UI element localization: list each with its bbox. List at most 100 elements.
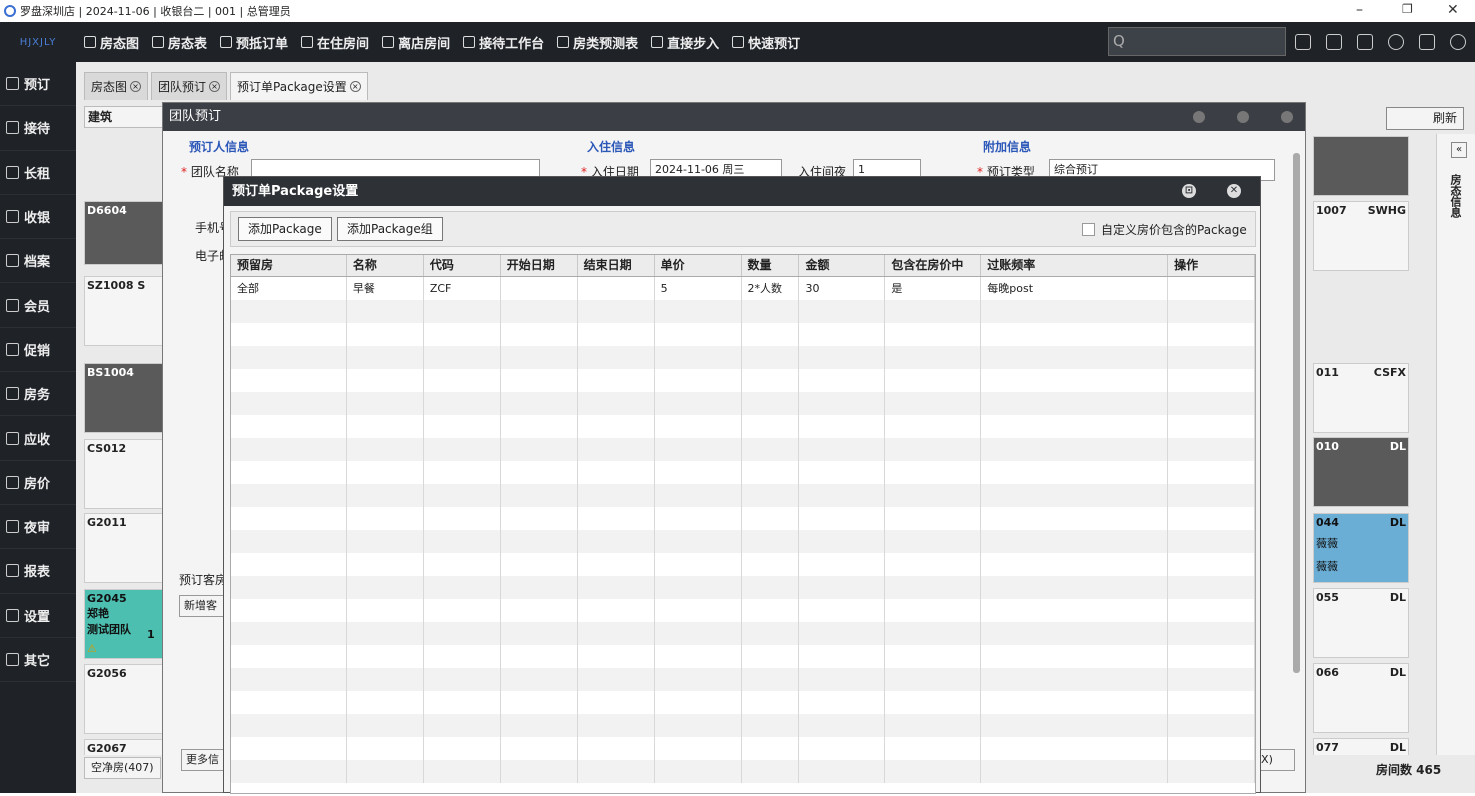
room-code: G2011 — [87, 516, 127, 529]
sidebar-item[interactable]: 应收 — [0, 416, 76, 461]
table-cell — [578, 369, 655, 392]
collapse-icon[interactable]: « — [1451, 142, 1467, 158]
restore-icon[interactable]: ⊡ — [1182, 184, 1196, 198]
sidebar-item[interactable]: 房务 — [0, 372, 76, 417]
search-input[interactable]: Q — [1108, 27, 1286, 56]
add-package-group-button[interactable]: 添加Package组 — [337, 217, 443, 241]
table-cell — [424, 576, 501, 599]
column-header[interactable]: 结束日期 — [578, 255, 655, 276]
room-type: DL — [1389, 666, 1406, 679]
room-card[interactable] — [1313, 136, 1409, 196]
room-card[interactable]: D6604 — [84, 201, 164, 265]
lock-icon[interactable] — [1419, 34, 1435, 50]
room-card[interactable]: SZ1008 S — [84, 276, 164, 346]
table-cell — [981, 369, 1169, 392]
table-cell — [742, 668, 800, 691]
close-icon[interactable]: × — [130, 81, 142, 92]
close-icon[interactable]: × — [349, 81, 361, 92]
room-card[interactable]: CS012 — [84, 439, 164, 509]
nav-in-house[interactable]: 在住房间 — [301, 33, 369, 52]
tr-icon[interactable] — [1357, 34, 1373, 50]
column-header[interactable]: 代码 — [424, 255, 501, 276]
minimize-icon[interactable]: – — [1356, 2, 1363, 18]
tab-group-booking[interactable]: 团队预订 × — [151, 72, 228, 100]
sidebar-item[interactable]: 预订 — [0, 62, 76, 107]
column-header[interactable]: 数量 — [742, 255, 800, 276]
minimize-icon[interactable] — [1193, 111, 1205, 123]
room-card[interactable]: BS1004 — [84, 363, 164, 433]
table-cell — [578, 760, 655, 783]
column-header[interactable]: 包含在房价中 — [885, 255, 982, 276]
window-titlebar: 罗盘深圳店 | 2024-11-06 | 收银台二 | 001 | 总管理员 –… — [0, 0, 1475, 22]
sidebar-item[interactable]: 接待 — [0, 106, 76, 151]
globe-icon[interactable] — [1388, 34, 1404, 50]
sidebar-item[interactable]: 促销 — [0, 328, 76, 373]
sidebar-item[interactable]: 收银 — [0, 195, 76, 240]
close-icon[interactable]: × — [209, 81, 221, 92]
nav-walk-in[interactable]: 直接步入 — [651, 33, 719, 52]
restore-icon[interactable]: ❐ — [1402, 2, 1413, 16]
nav-room-map[interactable]: 房态图 — [84, 33, 139, 52]
column-header[interactable]: 名称 — [347, 255, 424, 276]
sidebar-item[interactable]: 夜审 — [0, 505, 76, 550]
nav-room-table[interactable]: 房态表 — [152, 33, 207, 52]
column-header[interactable]: 单价 — [655, 255, 742, 276]
sidebar-item[interactable]: 会员 — [0, 283, 76, 328]
table-cell — [885, 484, 982, 507]
refresh-button[interactable]: 刷新 — [1386, 107, 1464, 130]
table-cell — [1168, 392, 1255, 415]
calculator-icon[interactable] — [1326, 34, 1342, 50]
column-header[interactable]: 金额 — [799, 255, 886, 276]
status-vacant-clean[interactable]: 空净房(407) — [84, 757, 161, 779]
sidebar-item[interactable]: 其它 — [0, 638, 76, 683]
close-icon[interactable] — [1281, 111, 1293, 123]
table-cell — [1168, 277, 1255, 300]
table-row[interactable]: 全部 早餐 ZCF 5 2*人数 30 是每晚post — [231, 277, 1255, 300]
tab-package-settings[interactable]: 预订单Package设置 × — [230, 72, 368, 100]
room-card[interactable]: G2011 — [84, 513, 164, 583]
scrollbar[interactable] — [1293, 153, 1300, 673]
sidebar-item-label: 房价 — [24, 476, 51, 492]
more-button[interactable]: 更多信 — [181, 749, 227, 771]
room-card[interactable]: 066 DL — [1313, 663, 1409, 733]
column-header[interactable]: 操作 — [1168, 255, 1255, 276]
sidebar-item[interactable]: 报表 — [0, 549, 76, 594]
table-cell — [231, 369, 347, 392]
sidebar-item[interactable]: 房价 — [0, 461, 76, 505]
room-card[interactable]: 010 DL — [1313, 437, 1409, 507]
tab-room-map[interactable]: 房态图 × — [84, 72, 149, 100]
nav-forecast[interactable]: 房类预测表 — [557, 33, 638, 52]
add-room-button[interactable]: 新增客 — [179, 595, 227, 617]
column-header[interactable]: 开始日期 — [501, 255, 578, 276]
close-icon[interactable]: ✕ — [1447, 2, 1459, 18]
add-package-button[interactable]: 添加Package — [238, 217, 332, 241]
table-cell — [347, 691, 424, 714]
table-cell — [231, 323, 347, 346]
help-icon[interactable] — [1450, 34, 1466, 50]
nav-departures[interactable]: 离店房间 — [382, 33, 450, 52]
table-cell — [424, 691, 501, 714]
room-code: D6604 — [87, 204, 127, 217]
room-card[interactable]: 1007 SWHG — [1313, 201, 1409, 271]
column-header[interactable]: 过账频率 — [981, 255, 1169, 276]
restore-icon[interactable] — [1237, 111, 1249, 123]
nav-arrivals[interactable]: 预抵订单 — [220, 33, 288, 52]
nav-reception[interactable]: 接待工作台 — [463, 33, 544, 52]
custom-package-checkbox[interactable] — [1082, 223, 1095, 236]
sidebar-item[interactable]: 档案 — [0, 239, 76, 284]
close-icon[interactable]: ✕ — [1227, 184, 1241, 198]
table-cell — [1168, 737, 1255, 760]
sidebar-item[interactable]: 长租 — [0, 151, 76, 195]
room-card[interactable]: 044 DL 薇薇 薇薇 — [1313, 513, 1409, 583]
room-type: DL — [1389, 591, 1406, 604]
sidebar: 预订 接待 长租 收银 档案 会员 促销 房务 应收房价夜审 报表 设置 其它 — [0, 62, 76, 793]
sidebar-item[interactable]: 设置 — [0, 594, 76, 638]
chat-icon[interactable] — [1295, 34, 1311, 50]
room-card[interactable]: 055 DL — [1313, 588, 1409, 658]
search-icon: Q — [1113, 32, 1125, 50]
room-card[interactable]: G2045 郑艳 测试团队 1 ⚠ — [84, 589, 164, 659]
nav-quick-book[interactable]: 快速预订 — [732, 33, 800, 52]
column-header[interactable]: 预留房 — [231, 255, 347, 276]
room-card[interactable]: 011 CSFX — [1313, 363, 1409, 433]
room-card[interactable]: G2056 — [84, 664, 164, 734]
